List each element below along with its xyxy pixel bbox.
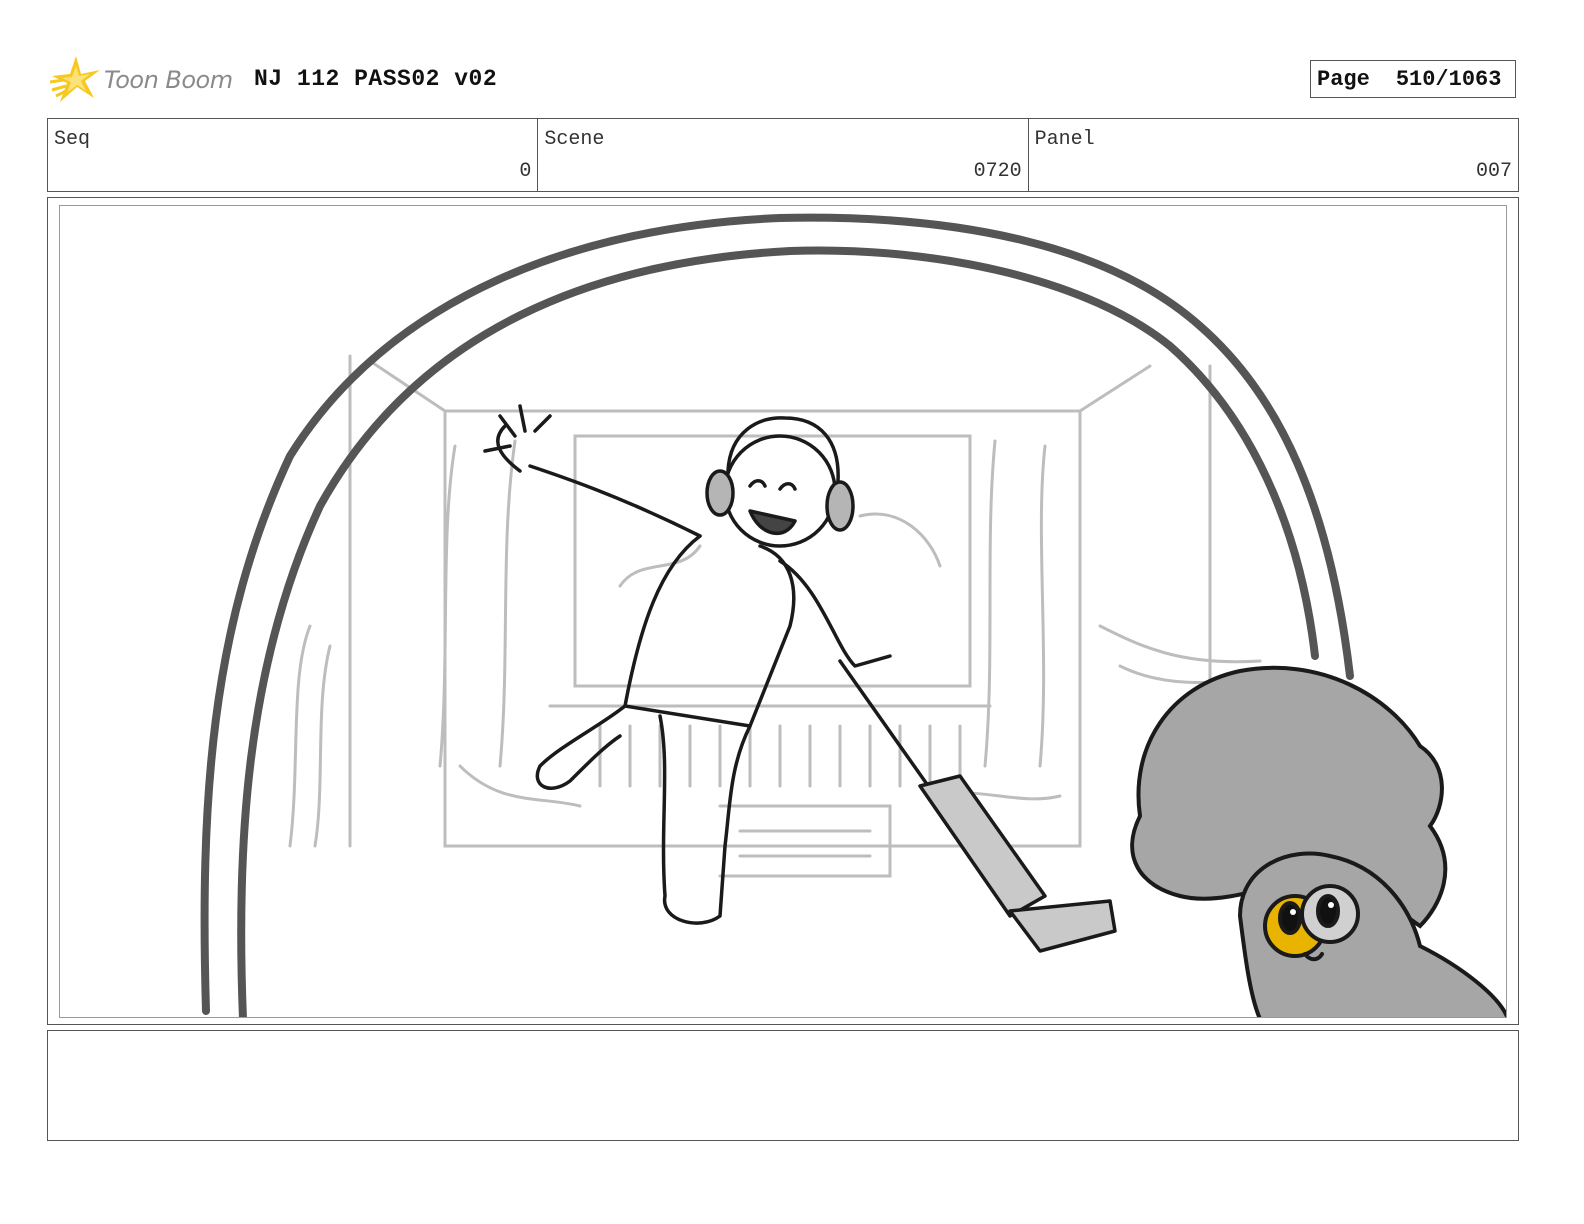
seq-label: Seq (54, 128, 91, 151)
tent-arch (200, 213, 1354, 1017)
sketch-illustration (200, 213, 1506, 1017)
panel-cell: Panel 007 (1029, 119, 1518, 191)
room-background (288, 354, 1272, 878)
document-title: NJ 112 PASS02 v02 (254, 66, 498, 92)
toon-boom-star-icon (50, 56, 100, 102)
info-row: Seq 0 Scene 0720 Panel 007 (47, 118, 1519, 192)
scene-value: 0720 (973, 160, 1022, 183)
page-value: 510/1063 (1395, 66, 1502, 92)
page-indicator: Page 510/1063 (1310, 60, 1516, 98)
panel-value: 007 (1475, 160, 1512, 183)
seq-cell: Seq 0 (48, 119, 539, 191)
seq-value: 0 (519, 160, 532, 183)
page-label: Page (1317, 66, 1370, 92)
logo-text: Toon Boom (104, 66, 233, 94)
dancing-character (483, 404, 1117, 953)
storyboard-drawing (59, 205, 1507, 1018)
scene-label: Scene (544, 128, 605, 151)
notes-box (47, 1030, 1519, 1141)
foreground-creature (1130, 665, 1506, 1017)
scene-cell: Scene 0720 (538, 119, 1029, 191)
panel-label: Panel (1034, 128, 1095, 151)
